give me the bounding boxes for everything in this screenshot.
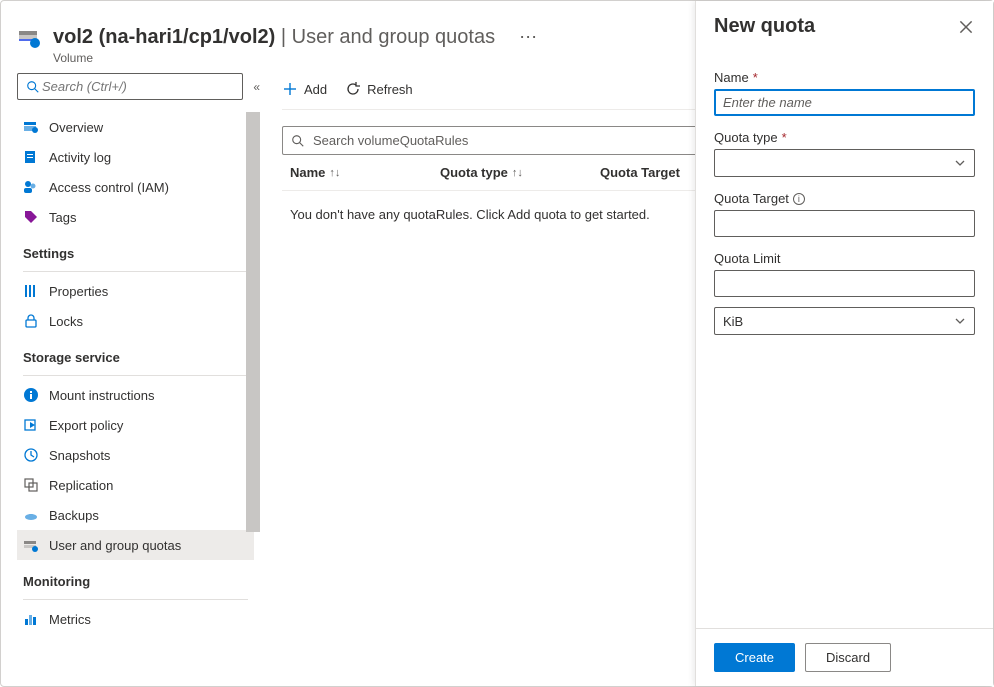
search-icon — [26, 80, 40, 94]
quota-unit-select[interactable]: KiB — [714, 307, 975, 335]
sidebar: « Overview Activity log Access control (… — [1, 73, 266, 686]
sort-icon: ↑↓ — [329, 167, 340, 179]
snapshot-icon — [23, 447, 39, 463]
sidebar-item-label: Replication — [49, 478, 113, 493]
sidebar-item-properties[interactable]: Properties — [17, 276, 254, 306]
tags-icon — [23, 209, 39, 225]
add-button[interactable]: Add — [282, 81, 327, 97]
collapse-sidebar-button[interactable]: « — [253, 80, 260, 94]
iam-icon — [23, 179, 39, 195]
search-icon — [291, 134, 305, 148]
sidebar-item-metrics[interactable]: Metrics — [17, 604, 254, 634]
quota-limit-label: Quota Limit — [714, 251, 975, 266]
sidebar-item-label: Tags — [49, 210, 76, 225]
info-icon[interactable]: i — [793, 193, 805, 205]
sidebar-item-locks[interactable]: Locks — [17, 306, 254, 336]
col-header-name[interactable]: Name ↑↓ — [290, 165, 440, 180]
plus-icon — [282, 81, 298, 97]
backup-icon — [23, 507, 39, 523]
quota-type-select[interactable] — [714, 149, 975, 177]
name-label: Name* — [714, 70, 975, 85]
sort-icon: ↑↓ — [512, 167, 523, 179]
properties-icon — [23, 283, 39, 299]
sidebar-item-label: Export policy — [49, 418, 123, 433]
sidebar-item-label: Snapshots — [49, 448, 110, 463]
sidebar-item-activity-log[interactable]: Activity log — [17, 142, 254, 172]
sidebar-group-monitoring: Monitoring — [17, 560, 254, 595]
quota-icon — [23, 537, 39, 553]
metrics-icon — [23, 611, 39, 627]
replication-icon — [23, 477, 39, 493]
sidebar-group-settings: Settings — [17, 232, 254, 267]
sidebar-item-label: Properties — [49, 284, 108, 299]
sidebar-item-label: Backups — [49, 508, 99, 523]
sidebar-item-backups[interactable]: Backups — [17, 500, 254, 530]
sidebar-item-label: Activity log — [49, 150, 111, 165]
discard-button[interactable]: Discard — [805, 643, 891, 672]
chevron-down-icon — [954, 157, 966, 169]
close-icon — [957, 18, 975, 36]
quota-target-input[interactable] — [714, 210, 975, 237]
quota-limit-input[interactable] — [714, 270, 975, 297]
sidebar-item-label: User and group quotas — [49, 538, 181, 553]
sidebar-search[interactable] — [17, 73, 243, 100]
overview-icon — [23, 119, 39, 135]
col-header-type[interactable]: Quota type ↑↓ — [440, 165, 600, 180]
more-actions-button[interactable]: ⋯ — [519, 27, 537, 48]
page-title: vol2 (na-hari1/cp1/vol2) | User and grou… — [53, 26, 495, 49]
quota-target-label: Quota Target i — [714, 191, 975, 206]
scrollbar-thumb[interactable] — [246, 112, 260, 532]
info-icon — [23, 387, 39, 403]
sidebar-item-label: Metrics — [49, 612, 91, 627]
sidebar-item-snapshots[interactable]: Snapshots — [17, 440, 254, 470]
sidebar-item-replication[interactable]: Replication — [17, 470, 254, 500]
sidebar-item-iam[interactable]: Access control (IAM) — [17, 172, 254, 202]
sidebar-item-mount[interactable]: Mount instructions — [17, 380, 254, 410]
sidebar-search-input[interactable] — [40, 78, 234, 95]
sidebar-item-label: Mount instructions — [49, 388, 155, 403]
name-input[interactable] — [714, 89, 975, 116]
close-panel-button[interactable] — [957, 18, 975, 36]
refresh-icon — [345, 81, 361, 97]
sidebar-item-export-policy[interactable]: Export policy — [17, 410, 254, 440]
refresh-button[interactable]: Refresh — [345, 81, 413, 97]
sidebar-item-label: Access control (IAM) — [49, 180, 169, 195]
volume-resource-icon — [17, 25, 41, 49]
panel-title: New quota — [714, 15, 815, 38]
lock-icon — [23, 313, 39, 329]
sidebar-item-user-group-quotas[interactable]: User and group quotas — [17, 530, 254, 560]
chevron-down-icon — [954, 315, 966, 327]
sidebar-group-storage: Storage service — [17, 336, 254, 371]
new-quota-panel: New quota Name* Quota type* Quota Target… — [695, 1, 993, 686]
sidebar-item-label: Locks — [49, 314, 83, 329]
sidebar-item-overview[interactable]: Overview — [17, 112, 254, 142]
sidebar-item-label: Overview — [49, 120, 103, 135]
sidebar-item-tags[interactable]: Tags — [17, 202, 254, 232]
quota-type-label: Quota type* — [714, 130, 975, 145]
log-icon — [23, 149, 39, 165]
sidebar-scrollbar[interactable] — [246, 112, 260, 662]
export-icon — [23, 417, 39, 433]
create-button[interactable]: Create — [714, 643, 795, 672]
